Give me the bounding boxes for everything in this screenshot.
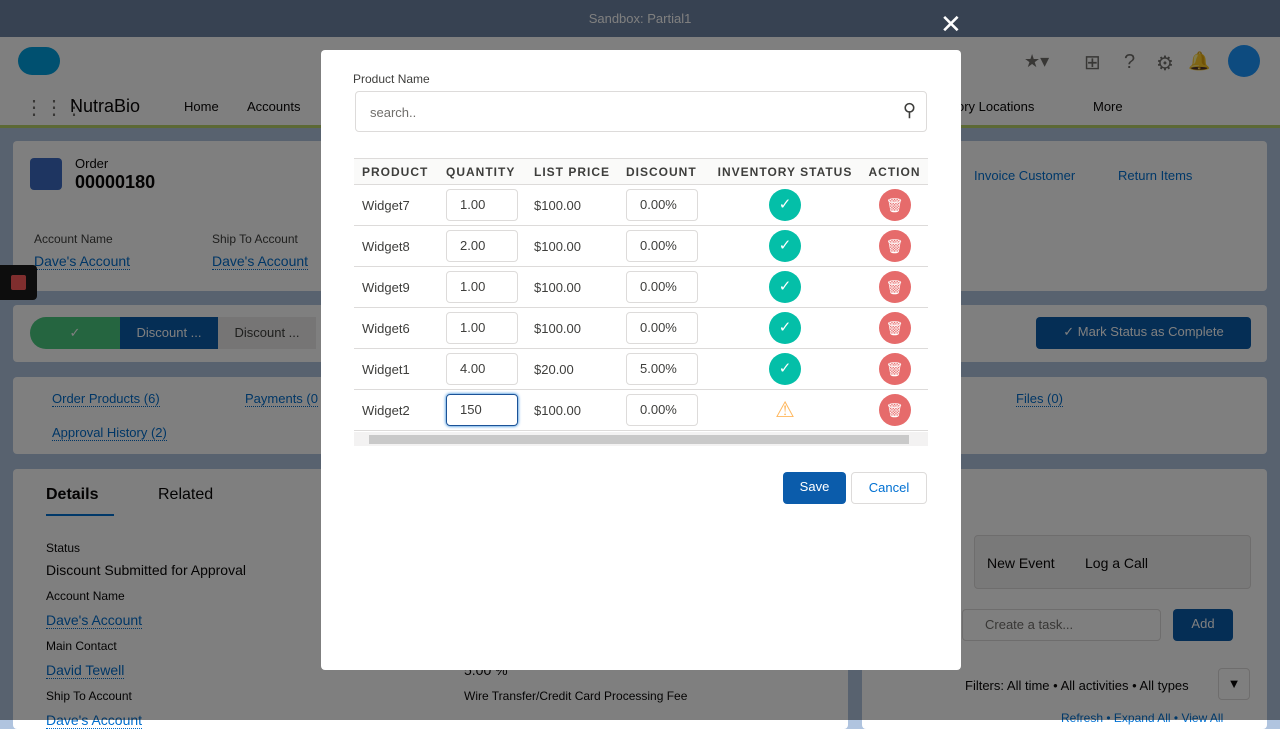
search-icon: ⚲ [902, 100, 916, 120]
discount-input[interactable]: 5.00% [626, 353, 698, 385]
table-row: Widget8 2.00 $100.00 0.00% ✓ 🗑 [354, 225, 928, 267]
quantity-input[interactable]: 1.00 [446, 271, 518, 303]
search-placeholder: search.. [370, 105, 417, 120]
column-header: LIST PRICE [526, 158, 618, 185]
products-table: PRODUCT QUANTITY LIST PRICE DISCOUNT INVENTO… [354, 158, 928, 446]
search-label: Product Name [353, 72, 430, 86]
discount-input[interactable]: 0.00% [626, 230, 698, 262]
delete-icon[interactable]: 🗑 [878, 312, 911, 344]
product-cell: Widget1 [354, 348, 438, 390]
table-row: Widget9 1.00 $100.00 0.00% ✓ 🗑 [354, 266, 928, 308]
delete-icon[interactable]: 🗑 [878, 230, 911, 262]
list-price-cell: $100.00 [526, 225, 618, 267]
horizontal-scrollbar[interactable] [354, 432, 928, 446]
table-row: Widget7 1.00 $100.00 0.00% ✓ 🗑 [354, 184, 928, 226]
table-row: Widget1 4.00 $20.00 5.00% ✓ 🗑 [354, 348, 928, 390]
table-row: Widget6 1.00 $100.00 0.00% ✓ 🗑 [354, 307, 928, 349]
discount-input[interactable]: 0.00% [626, 189, 698, 221]
check-icon: ✓ [769, 189, 801, 221]
quantity-input[interactable]: 4.00 [446, 353, 518, 385]
list-price-cell: $100.00 [526, 184, 618, 226]
quantity-input[interactable]: 1.00 [446, 312, 518, 344]
product-cell: Widget6 [354, 307, 438, 349]
discount-input[interactable]: 0.00% [626, 271, 698, 303]
cancel-button[interactable]: Cancel [851, 472, 927, 504]
list-price-cell: $20.00 [526, 348, 618, 390]
list-price-cell: $100.00 [526, 266, 618, 308]
save-button[interactable]: Save [783, 472, 846, 504]
table-row: Widget2 150 $100.00 0.00% ⚠ 🗑 [354, 389, 928, 431]
check-icon: ✓ [769, 312, 801, 344]
search-input[interactable]: search.. ⚲ [355, 91, 927, 132]
product-cell: Widget9 [354, 266, 438, 308]
quantity-input[interactable]: 2.00 [446, 230, 518, 262]
check-icon: ✓ [769, 353, 801, 385]
discount-input[interactable]: 0.00% [626, 312, 698, 344]
product-cell: Widget2 [354, 389, 438, 431]
product-cell: Widget8 [354, 225, 438, 267]
check-icon: ✓ [769, 230, 801, 262]
column-header: ACTION [861, 158, 928, 185]
quantity-input[interactable]: 150 [446, 394, 518, 426]
check-icon: ✓ [769, 271, 801, 303]
delete-icon[interactable]: 🗑 [878, 353, 911, 385]
product-cell: Widget7 [354, 184, 438, 226]
delete-icon[interactable]: 🗑 [878, 189, 911, 221]
column-header: QUANTITY [438, 158, 526, 185]
discount-input[interactable]: 0.00% [626, 394, 698, 426]
quantity-input[interactable]: 1.00 [446, 189, 518, 221]
delete-icon[interactable]: 🗑 [878, 271, 911, 303]
close-modal-icon[interactable]: ✕ [940, 9, 962, 39]
column-header: PRODUCT [354, 158, 438, 185]
column-header: DISCOUNT [618, 158, 709, 185]
column-header: INVENTORY STATUS [709, 158, 861, 185]
delete-icon[interactable]: 🗑 [878, 394, 911, 426]
list-price-cell: $100.00 [526, 389, 618, 431]
list-price-cell: $100.00 [526, 307, 618, 349]
warning-icon: ⚠ [775, 397, 795, 422]
edit-products-modal: Product Name search.. ⚲ PRODUCT QUANTITY L… [321, 50, 961, 670]
